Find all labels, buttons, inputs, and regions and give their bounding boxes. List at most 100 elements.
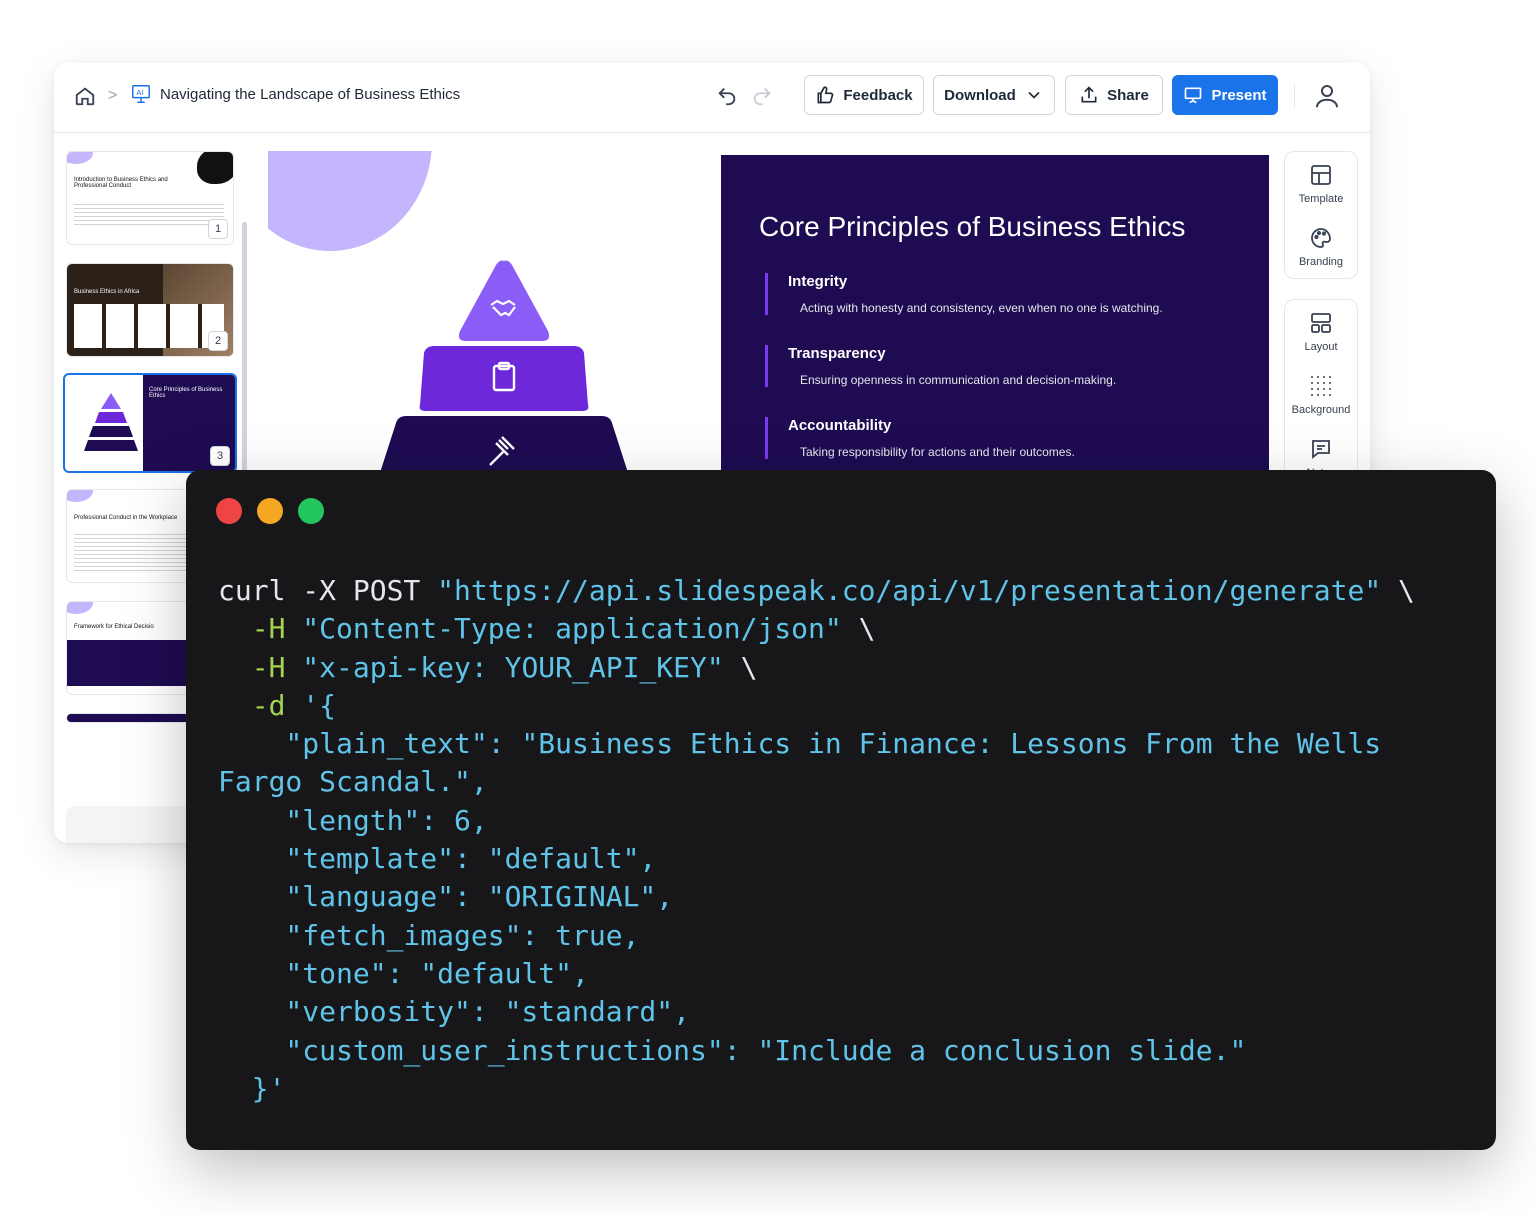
close-window-dot[interactable] <box>216 498 242 524</box>
terminal-window: curl -X POST "https://api.slidespeak.co/… <box>186 470 1496 1150</box>
principle-name: Integrity <box>788 273 848 290</box>
thumbnail-title: Core Principles of Business Ethics <box>149 387 223 399</box>
code-token: \ <box>723 650 758 684</box>
template-icon <box>1311 164 1331 185</box>
tool-group-design: Template Branding <box>1284 151 1358 279</box>
thumbnail-title: Business Ethics in Africa <box>74 289 140 295</box>
thumbnail-cards <box>74 304 224 348</box>
code-token: \ <box>1381 574 1415 607</box>
download-button[interactable]: Download <box>933 75 1055 115</box>
branding-label: Branding <box>1298 255 1344 268</box>
thumbnail-pyramid <box>84 393 138 451</box>
code-line: "verbosity": "standard", <box>218 993 1478 1031</box>
code-block: curl -X POST "https://api.slidespeak.co/… <box>218 572 1478 1108</box>
toolbar-divider <box>1294 83 1295 109</box>
share-icon <box>1081 86 1097 103</box>
code-token: "tone": "default", <box>218 956 589 990</box>
pyramid-tier-transparency <box>419 346 589 411</box>
user-avatar-icon[interactable] <box>1312 81 1342 111</box>
background-label: Background <box>1291 403 1351 416</box>
thumbnail-title: Professional Conduct in the Workplace <box>74 515 178 521</box>
notes-icon <box>1312 439 1330 459</box>
slide-decoration-circle <box>268 151 432 251</box>
undo-icon[interactable] <box>716 85 738 107</box>
share-button[interactable]: Share <box>1065 75 1163 115</box>
home-icon[interactable] <box>74 85 96 107</box>
pyramid-tier-integrity <box>458 260 550 341</box>
code-token: -H <box>218 650 303 684</box>
share-label: Share <box>1107 86 1149 104</box>
thumbnail-decoration <box>67 602 93 614</box>
code-line: }' <box>218 1070 1478 1108</box>
code-token: POST <box>352 574 421 607</box>
svg-text:AI: AI <box>136 88 143 97</box>
top-bar: > AI Navigating the Landscape of Busines… <box>54 63 1370 133</box>
pyramid-graphic <box>376 259 632 479</box>
code-line: "custom_user_instructions": "Include a c… <box>218 1032 1478 1070</box>
redo-icon[interactable] <box>751 85 773 107</box>
download-label: Download <box>944 86 1016 104</box>
plus-icon: + <box>143 839 157 843</box>
principle-name: Accountability <box>788 417 892 434</box>
principle-name: Transparency <box>788 345 886 362</box>
thumbnail-title: Framework for Ethical Decisio <box>74 624 154 630</box>
present-button[interactable]: Present <box>1172 75 1278 115</box>
code-token: "verbosity": "standard", <box>218 995 691 1029</box>
code-line: -d '{ <box>218 687 1478 725</box>
code-line: "plain_text": "Business Ethics in Financ… <box>218 725 1478 763</box>
thumbnail-title: Introduction to Business Ethics and Prof… <box>74 177 168 189</box>
feedback-label: Feedback <box>843 86 913 104</box>
code-token: -d <box>218 688 303 722</box>
code-token: "https://api.slidespeak.co/api/v1/presen… <box>420 574 1382 607</box>
principle-transparency: Transparency Ensuring openness in commun… <box>765 345 1245 387</box>
thumbnail-decoration <box>67 152 93 164</box>
template-tool[interactable]: Template <box>1285 152 1357 215</box>
slide-thumbnail-2[interactable]: Business Ethics in Africa 2 <box>66 263 234 357</box>
principle-description: Ensuring openness in communication and d… <box>800 373 1117 387</box>
code-token: '{ <box>302 688 337 722</box>
maximize-window-dot[interactable] <box>298 498 324 524</box>
background-tool[interactable]: Background <box>1285 363 1357 426</box>
tool-group-slide: Layout Background Notes <box>1284 299 1358 490</box>
thumbnail-decoration <box>67 490 93 502</box>
branding-tool[interactable]: Branding <box>1285 215 1357 278</box>
code-token: "template": "default", <box>218 842 657 876</box>
slide-number: 1 <box>208 219 228 239</box>
slide-heading: Core Principles of Business Ethics <box>759 211 1186 242</box>
present-label: Present <box>1211 86 1267 104</box>
code-token: -H <box>218 612 303 646</box>
code-line: "tone": "default", <box>218 955 1478 993</box>
code-token: curl -X <box>218 574 353 607</box>
background-grid-icon <box>1311 375 1331 396</box>
code-line: "length": 6, <box>218 802 1478 840</box>
document-title[interactable]: Navigating the Landscape of Business Eth… <box>160 86 460 103</box>
code-line: "template": "default", <box>218 840 1478 878</box>
slide-thumbnail-1[interactable]: Introduction to Business Ethics and Prof… <box>66 151 234 245</box>
code-token: Fargo Scandal.", <box>218 765 488 799</box>
code-token: "language": "ORIGINAL", <box>218 880 674 914</box>
slide-number: 3 <box>210 446 230 466</box>
minimize-window-dot[interactable] <box>257 498 283 524</box>
chevron-down-icon <box>1028 91 1040 99</box>
ai-presentation-icon: AI <box>132 85 150 103</box>
code-line: curl -X POST "https://api.slidespeak.co/… <box>218 572 1478 610</box>
template-label: Template <box>1298 192 1344 205</box>
code-line: -H "x-api-key: YOUR_API_KEY" \ <box>218 649 1478 687</box>
slide-thumbnail-3[interactable]: Core Principles of Business Ethics 3 <box>63 373 237 473</box>
code-token: }' <box>218 1071 286 1105</box>
thumbnail-text-lines <box>74 204 224 228</box>
palette-icon <box>1311 227 1331 248</box>
thumbs-up-icon <box>817 86 834 104</box>
present-icon <box>1185 87 1202 104</box>
code-token: "x-api-key: YOUR_API_KEY" <box>302 650 724 684</box>
principle-description: Taking responsibility for actions and th… <box>800 445 1075 459</box>
code-token: "length": 6, <box>218 803 488 837</box>
principle-description: Acting with honesty and consistency, eve… <box>800 301 1163 315</box>
slide-number: 2 <box>208 331 228 351</box>
code-token: "fetch_images": true, <box>218 918 640 952</box>
code-token: "Content-Type: application/json" <box>302 612 842 646</box>
layout-tool[interactable]: Layout <box>1285 300 1357 363</box>
principle-accountability: Accountability Taking responsibility for… <box>765 417 1245 459</box>
feedback-button[interactable]: Feedback <box>804 75 924 115</box>
code-line: Fargo Scandal.", <box>218 763 1478 801</box>
